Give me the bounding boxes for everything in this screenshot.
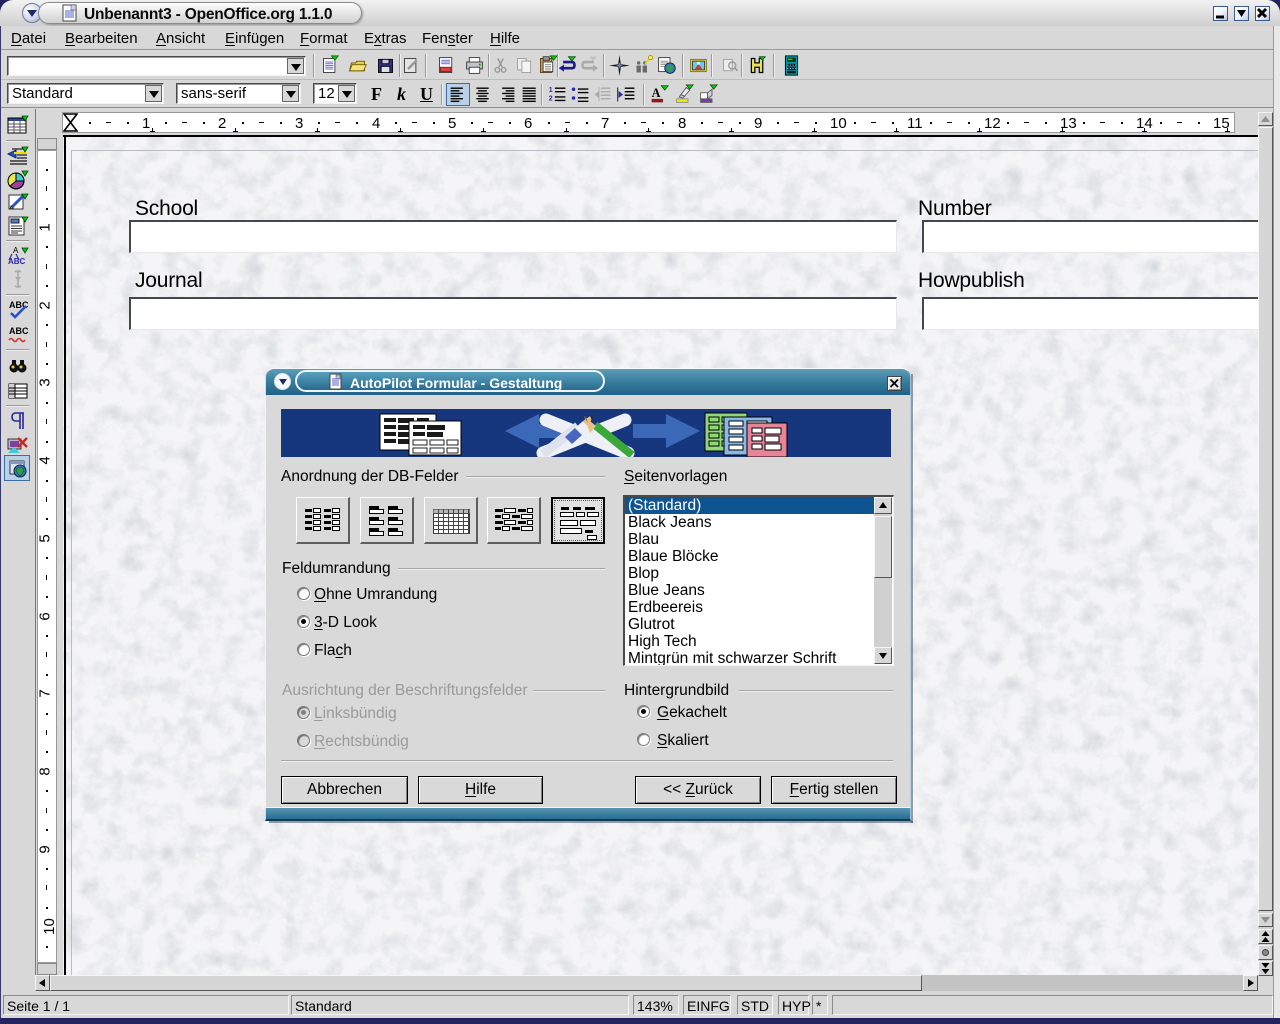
svg-text:1: 1 xyxy=(549,87,553,94)
svg-text:A: A xyxy=(652,86,661,100)
svg-text:ABC: ABC xyxy=(8,257,26,266)
svg-text:ABC: ABC xyxy=(9,300,29,310)
svg-text:A: A xyxy=(13,246,19,255)
svg-text:ABC: ABC xyxy=(9,326,29,336)
svg-text:2: 2 xyxy=(549,96,553,103)
